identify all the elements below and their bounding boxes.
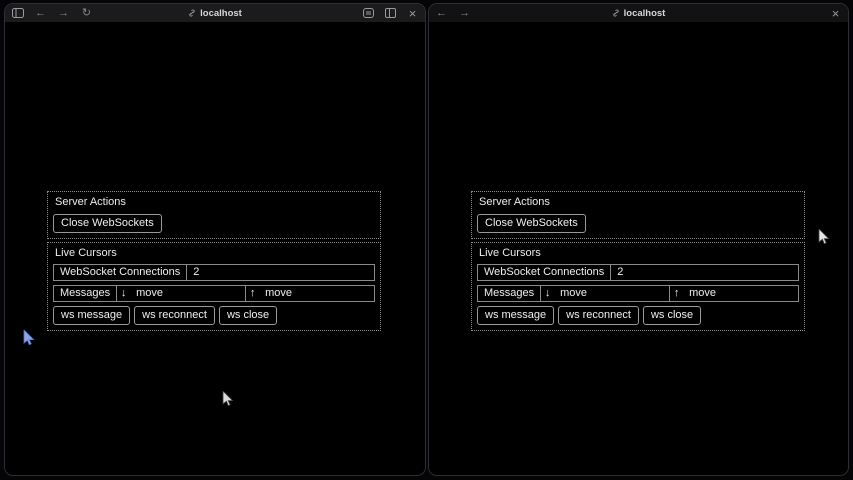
close-websockets-button[interactable]: Close WebSockets bbox=[477, 214, 586, 233]
ws-close-button[interactable]: ws close bbox=[643, 306, 701, 325]
link-icon bbox=[612, 9, 620, 17]
link-icon bbox=[188, 9, 196, 17]
outgoing-arrow-icon: ↓ bbox=[541, 286, 554, 301]
panel-legend: Server Actions bbox=[479, 196, 799, 209]
connections-label: WebSocket Connections bbox=[478, 265, 611, 280]
forward-icon[interactable]: → bbox=[458, 7, 471, 20]
url-title: localhost bbox=[429, 4, 848, 22]
forward-icon[interactable]: → bbox=[57, 7, 70, 20]
panel-legend: Live Cursors bbox=[55, 247, 375, 260]
back-icon[interactable]: ← bbox=[34, 7, 47, 20]
connections-value: 2 bbox=[187, 265, 374, 280]
reload-icon[interactable]: ↻ bbox=[80, 7, 93, 20]
page-title: localhost bbox=[200, 8, 242, 19]
browser-window-right: ← → localhost × Server Actions Close Web… bbox=[428, 3, 849, 476]
console-icon[interactable] bbox=[362, 7, 375, 20]
panel-legend: Server Actions bbox=[55, 196, 375, 209]
connections-value: 2 bbox=[611, 265, 798, 280]
incoming-arrow-icon: ↑ bbox=[670, 286, 683, 301]
desktop: ← → ↻ localhost × Server Acti bbox=[0, 0, 853, 480]
titlebar[interactable]: ← → ↻ localhost × bbox=[5, 4, 425, 22]
connections-label: WebSocket Connections bbox=[54, 265, 187, 280]
close-websockets-button[interactable]: Close WebSockets bbox=[53, 214, 162, 233]
incoming-arrow-icon: ↑ bbox=[246, 286, 259, 301]
close-icon[interactable]: × bbox=[406, 7, 419, 20]
outgoing-message-value: move bbox=[130, 286, 246, 301]
connections-row: WebSocket Connections 2 bbox=[477, 264, 799, 281]
connections-row: WebSocket Connections 2 bbox=[53, 264, 375, 281]
ws-message-button[interactable]: ws message bbox=[53, 306, 130, 325]
incoming-message-value: move bbox=[683, 286, 798, 301]
browser-window-left: ← → ↻ localhost × Server Acti bbox=[4, 3, 426, 476]
messages-row: Messages ↓ move ↑ move bbox=[477, 285, 799, 302]
close-icon[interactable]: × bbox=[829, 7, 842, 20]
live-cursors-panel: Live Cursors WebSocket Connections 2 Mes… bbox=[47, 242, 381, 331]
ws-message-button[interactable]: ws message bbox=[477, 306, 554, 325]
titlebar[interactable]: ← → localhost × bbox=[429, 4, 848, 22]
outgoing-message-value: move bbox=[554, 286, 670, 301]
back-icon[interactable]: ← bbox=[435, 7, 448, 20]
messages-label: Messages bbox=[54, 286, 117, 301]
ws-reconnect-button[interactable]: ws reconnect bbox=[558, 306, 639, 325]
page-content: Server Actions Close WebSockets Live Cur… bbox=[5, 22, 425, 476]
page-content: Server Actions Close WebSockets Live Cur… bbox=[429, 22, 848, 476]
messages-label: Messages bbox=[478, 286, 541, 301]
server-actions-panel: Server Actions Close WebSockets bbox=[47, 191, 381, 239]
live-cursors-panel: Live Cursors WebSocket Connections 2 Mes… bbox=[471, 242, 805, 331]
server-actions-panel: Server Actions Close WebSockets bbox=[471, 191, 805, 239]
ws-reconnect-button[interactable]: ws reconnect bbox=[134, 306, 215, 325]
incoming-message-value: move bbox=[259, 286, 374, 301]
panel-legend: Live Cursors bbox=[479, 247, 799, 260]
sidebar-toggle-icon[interactable] bbox=[11, 7, 24, 20]
outgoing-arrow-icon: ↓ bbox=[117, 286, 130, 301]
messages-row: Messages ↓ move ↑ move bbox=[53, 285, 375, 302]
ws-close-button[interactable]: ws close bbox=[219, 306, 277, 325]
page-title: localhost bbox=[624, 8, 666, 19]
split-view-icon[interactable] bbox=[384, 7, 397, 20]
